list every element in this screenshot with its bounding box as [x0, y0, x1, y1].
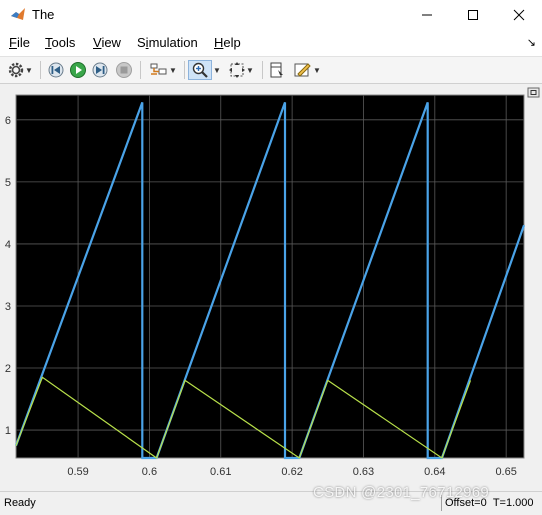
zoom-in-button[interactable]	[188, 60, 212, 80]
zoom-in-icon	[192, 62, 208, 78]
dropdown-arrow-icon: ▼	[246, 65, 254, 75]
step-back-button[interactable]	[46, 60, 66, 80]
y-tick-label: 6	[5, 115, 11, 127]
close-button[interactable]	[496, 0, 542, 30]
matlab-icon	[10, 6, 26, 22]
plot-background	[15, 94, 525, 459]
settings-button[interactable]: ▼	[4, 60, 36, 80]
cursor-measure-icon	[270, 62, 283, 78]
dropdown-arrow-icon: ▼	[169, 65, 177, 75]
step-forward-button[interactable]	[90, 60, 110, 80]
restore-button[interactable]	[527, 87, 540, 98]
menu-help[interactable]: Help	[214, 35, 241, 50]
run-button[interactable]	[68, 60, 88, 80]
step-forward-icon	[92, 62, 108, 78]
stop-icon	[116, 62, 132, 78]
y-tick-label: 4	[5, 239, 11, 251]
menu-bar: File Tools View Simulation Help ↘	[0, 30, 542, 56]
scope-chart[interactable]: 0.59 0.6 0.61 0.62 0.63 0.64 0.65 1 2 3 4 5 6	[0, 86, 542, 490]
run-icon	[70, 62, 86, 78]
menu-simulation[interactable]: Simulation	[137, 35, 198, 50]
x-tick-label: 0.62	[281, 466, 302, 478]
y-tick-label: 2	[5, 363, 11, 375]
x-tick-label: 0.6	[142, 466, 157, 478]
x-tick-label: 0.59	[67, 466, 88, 478]
close-icon	[513, 9, 525, 21]
maximize-button[interactable]	[450, 0, 496, 30]
x-tick-label: 0.61	[210, 466, 231, 478]
x-tick-label: 0.63	[353, 466, 374, 478]
title-bar: The	[0, 0, 542, 30]
dropdown-arrow-icon: ▼	[25, 65, 33, 75]
settings-icon	[8, 62, 24, 78]
zoom-dropdown-arrow-icon[interactable]: ▼	[213, 60, 221, 80]
menu-file[interactable]: File	[9, 35, 30, 50]
fit-to-view-button[interactable]: ▼	[224, 60, 258, 80]
stop-button[interactable]	[114, 60, 134, 80]
dropdown-arrow-icon: ▼	[313, 65, 321, 75]
status-ready: Ready	[4, 497, 36, 509]
signal-selector-icon	[150, 63, 167, 75]
menu-tools[interactable]: Tools	[45, 35, 75, 50]
scope-plot-area: 0.59 0.6 0.61 0.62 0.63 0.64 0.65 1 2 3 4 5 6	[0, 86, 542, 490]
x-tick-label: 0.65	[495, 466, 516, 478]
x-tick-label: 0.64	[424, 466, 445, 478]
cursor-measure-button[interactable]	[266, 60, 288, 80]
step-back-icon	[48, 62, 64, 78]
window-title: The	[32, 7, 55, 22]
signal-selector-button[interactable]: ▼	[146, 60, 180, 80]
style-icon	[294, 63, 311, 77]
minimize-button[interactable]	[404, 0, 450, 30]
dock-arrow-icon[interactable]: ↘	[527, 36, 536, 49]
style-button[interactable]: ▼	[290, 60, 324, 80]
minimize-icon	[422, 14, 432, 16]
fit-to-view-icon	[229, 62, 246, 78]
y-tick-label: 5	[5, 177, 11, 189]
menu-view[interactable]: View	[93, 35, 121, 50]
y-tick-label: 1	[5, 425, 11, 437]
watermark: CSDN @2301_76712969	[313, 484, 490, 501]
maximize-icon	[468, 10, 478, 20]
toolbar: ▼ ▼ ▼ ▼ ▼	[0, 56, 542, 84]
y-tick-label: 3	[5, 301, 11, 313]
